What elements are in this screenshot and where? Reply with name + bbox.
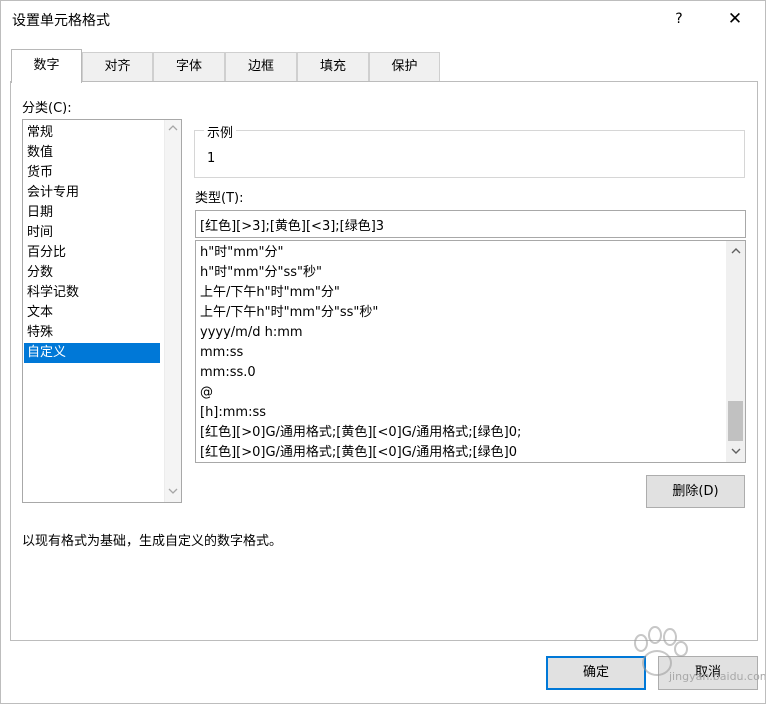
sample-groupbox	[194, 130, 745, 178]
format-list-scrollbar[interactable]	[726, 241, 745, 462]
list-item[interactable]: yyyy/m/d h:mm	[200, 323, 303, 343]
category-scroll-up-icon[interactable]	[165, 121, 181, 138]
list-item[interactable]: h"时"mm"分"	[200, 243, 284, 263]
category-item-percentage[interactable]: 百分比	[24, 243, 160, 263]
type-input[interactable]	[195, 210, 746, 238]
format-scroll-thumb[interactable]	[728, 401, 743, 441]
tab-alignment[interactable]: 对齐	[82, 52, 153, 81]
category-item-fraction[interactable]: 分数	[24, 263, 160, 283]
format-scroll-down-icon[interactable]	[726, 443, 745, 460]
category-item-scientific[interactable]: 科学记数	[24, 283, 160, 303]
description-text: 以现有格式为基础，生成自定义的数字格式。	[22, 534, 283, 549]
delete-button[interactable]: 删除(D)	[646, 475, 745, 508]
category-list[interactable]: 常规 数值 货币 会计专用 日期 时间 百分比 分数 科学记数 文本 特殊 自定…	[22, 119, 182, 503]
title-bar: 设置单元格格式 ? ✕	[1, 1, 765, 37]
category-item-number[interactable]: 数值	[24, 143, 160, 163]
category-scroll-down-icon[interactable]	[165, 484, 181, 501]
list-item[interactable]: 上午/下午h"时"mm"分"	[200, 283, 340, 303]
category-item-text[interactable]: 文本	[24, 303, 160, 323]
sample-value: 1	[207, 151, 216, 166]
list-item[interactable]: @	[200, 383, 213, 403]
help-button[interactable]: ?	[661, 5, 697, 33]
category-label: 分类(C):	[22, 101, 72, 116]
type-label: 类型(T):	[195, 191, 244, 206]
category-item-time[interactable]: 时间	[24, 223, 160, 243]
category-item-currency[interactable]: 货币	[24, 163, 160, 183]
category-item-accounting[interactable]: 会计专用	[24, 183, 160, 203]
tab-font[interactable]: 字体	[153, 52, 225, 81]
category-item-special[interactable]: 特殊	[24, 323, 160, 343]
list-item[interactable]: mm:ss.0	[200, 363, 256, 383]
close-button[interactable]: ✕	[713, 5, 757, 33]
category-item-date[interactable]: 日期	[24, 203, 160, 223]
tab-fill[interactable]: 填充	[297, 52, 369, 81]
format-scroll-up-icon[interactable]	[726, 243, 745, 260]
category-item-custom[interactable]: 自定义	[24, 343, 160, 363]
list-item[interactable]: h"时"mm"分"ss"秒"	[200, 263, 322, 283]
list-item[interactable]: [红色][>0]G/通用格式;[黄色][<0]G/通用格式;[绿色]0	[200, 443, 517, 462]
tab-protection[interactable]: 保护	[369, 52, 440, 81]
watermark-text: jingyan.baidu.com	[669, 670, 766, 683]
ok-button[interactable]: 确定	[546, 656, 646, 690]
format-code-list[interactable]: h"时"mm"分" h"时"mm"分"ss"秒" 上午/下午h"时"mm"分" …	[195, 240, 746, 463]
category-scrollbar[interactable]	[164, 120, 181, 502]
tab-border[interactable]: 边框	[225, 52, 297, 81]
window-title: 设置单元格格式	[12, 13, 110, 29]
format-cells-dialog: 设置单元格格式 ? ✕ 数字 对齐 字体 边框 填充 保护 分类(C): 常规 …	[0, 0, 766, 704]
list-item[interactable]: [红色][>0]G/通用格式;[黄色][<0]G/通用格式;[绿色]0;	[200, 423, 521, 443]
list-item[interactable]: [h]:mm:ss	[200, 403, 266, 423]
tab-number[interactable]: 数字	[11, 49, 82, 83]
list-item[interactable]: mm:ss	[200, 343, 243, 363]
category-item-general[interactable]: 常规	[24, 123, 160, 143]
list-item[interactable]: 上午/下午h"时"mm"分"ss"秒"	[200, 303, 378, 323]
sample-label: 示例	[204, 122, 237, 141]
